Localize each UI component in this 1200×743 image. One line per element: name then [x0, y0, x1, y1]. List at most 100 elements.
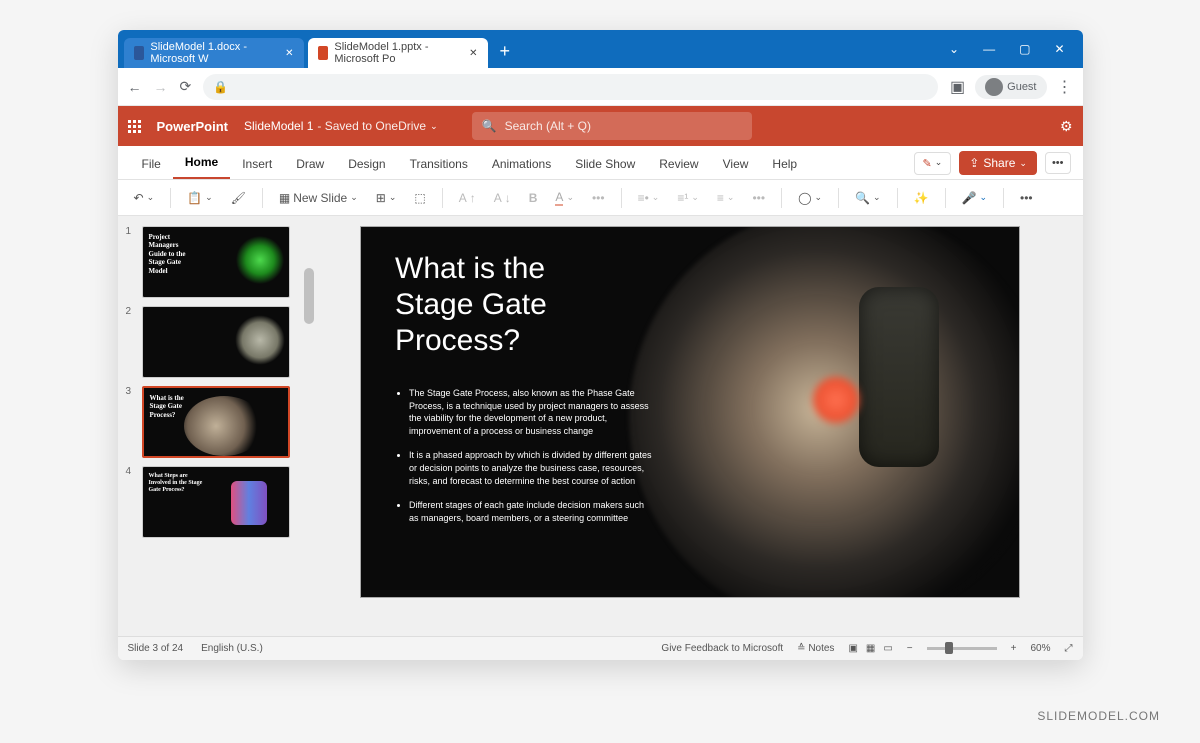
thumb-visual [184, 396, 264, 456]
zoom-out-button[interactable]: − [907, 643, 913, 654]
para-more-button[interactable]: ••• [748, 189, 769, 207]
editing-mode-button[interactable]: ✎⌄ [914, 152, 952, 175]
close-icon[interactable]: ✕ [285, 48, 293, 59]
extension-icon[interactable]: ▣ [950, 77, 965, 97]
close-icon[interactable]: ✕ [469, 48, 477, 59]
bullet-item: The Stage Gate Process, also known as th… [409, 387, 655, 437]
url-input[interactable]: 🔒 [203, 74, 938, 100]
font-grow-button[interactable]: A↑ [455, 189, 480, 207]
feedback-link[interactable]: Give Feedback to Microsoft [661, 643, 783, 654]
browser-tab-word[interactable]: SlideModel 1.docx - Microsoft W ✕ [124, 38, 304, 68]
zoom-slider[interactable] [927, 647, 997, 650]
ribbon-more-button[interactable]: ••• [1016, 189, 1037, 207]
slide-thumbnail-3[interactable]: What is the Stage Gate Process? [142, 386, 290, 458]
bullet-item: Different stages of each gate include de… [409, 499, 655, 524]
notes-toggle[interactable]: ≙ Notes [797, 643, 834, 654]
chevron-down-icon[interactable]: ⌄ [949, 42, 959, 56]
designer-button[interactable]: ✨ [910, 189, 933, 207]
slide-editor: What is theStage GateProcess? The Stage … [298, 216, 1083, 636]
forward-icon[interactable]: → [154, 79, 168, 95]
word-icon [134, 46, 145, 60]
font-color-button[interactable]: A ⌄ [551, 188, 578, 208]
bullets-button[interactable]: ≡• ⌄ [634, 189, 664, 207]
numbering-button[interactable]: ≡¹ ⌄ [673, 189, 703, 207]
browser-tab-powerpoint[interactable]: SlideModel 1.pptx - Microsoft Po ✕ [308, 38, 488, 68]
bullet-item: It is a phased approach by which is divi… [409, 449, 655, 487]
close-window-icon[interactable]: ✕ [1054, 42, 1064, 56]
new-slide-button[interactable]: ▦ New Slide ⌄ [275, 189, 362, 207]
align-button[interactable]: ≡ ⌄ [713, 189, 739, 207]
paste-button[interactable]: 📋 ⌄ [183, 189, 217, 207]
status-bar: Slide 3 of 24 English (U.S.) Give Feedba… [118, 636, 1083, 660]
language-indicator[interactable]: English (U.S.) [201, 643, 263, 654]
slide-thumbnail-2[interactable] [142, 306, 290, 378]
fit-to-window-icon[interactable]: ⤢ [1065, 643, 1073, 654]
normal-view-icon[interactable]: ▣ [848, 643, 857, 654]
avatar-icon [985, 78, 1003, 96]
reload-icon[interactable]: ⟳ [180, 78, 192, 95]
tab-label: SlideModel 1.pptx - Microsoft Po [334, 41, 457, 65]
tab-design[interactable]: Design [336, 149, 397, 179]
tab-insert[interactable]: Insert [230, 149, 284, 179]
dictate-button[interactable]: 🎤 ⌄ [958, 189, 992, 207]
tab-help[interactable]: Help [760, 149, 809, 179]
find-button[interactable]: 🔍 ⌄ [851, 189, 885, 207]
current-slide[interactable]: What is theStage GateProcess? The Stage … [360, 226, 1020, 598]
tab-animations[interactable]: Animations [480, 149, 563, 179]
document-title[interactable]: SlideModel 1 - Saved to OneDrive ⌄ [244, 119, 438, 133]
tab-home[interactable]: Home [173, 147, 230, 179]
app-launcher-icon[interactable] [128, 120, 141, 133]
tab-draw[interactable]: Draw [284, 149, 336, 179]
search-input[interactable]: 🔍 Search (Alt + Q) [472, 112, 752, 140]
maximize-icon[interactable]: ▢ [1019, 42, 1030, 56]
guest-label: Guest [1007, 81, 1036, 93]
tab-file[interactable]: File [130, 149, 173, 179]
tab-slideshow[interactable]: Slide Show [563, 149, 647, 179]
app-header: PowerPoint SlideModel 1 - Saved to OneDr… [118, 106, 1083, 146]
slideshow-view-icon[interactable]: ▭ [883, 643, 892, 654]
hide-slide-button[interactable]: ⬚ [410, 189, 429, 207]
slide-thumbnail-1[interactable]: Project Managers Guide to the Stage Gate… [142, 226, 290, 298]
chevron-down-icon: ⌄ [430, 121, 438, 132]
tab-view[interactable]: View [711, 149, 761, 179]
tab-review[interactable]: Review [647, 149, 710, 179]
browser-window: SlideModel 1.docx - Microsoft W ✕ SlideM… [118, 30, 1083, 660]
tab-transitions[interactable]: Transitions [398, 149, 480, 179]
thumb-visual [235, 315, 285, 365]
titlebar: SlideModel 1.docx - Microsoft W ✕ SlideM… [118, 30, 1083, 68]
addr-right: ▣ Guest ⋮ [950, 75, 1072, 99]
font-shrink-button[interactable]: A↓ [490, 189, 515, 207]
shapes-button[interactable]: ◯ ⌄ [794, 189, 826, 207]
thumb-visual [231, 481, 267, 525]
back-icon[interactable]: ← [128, 79, 142, 95]
guest-profile[interactable]: Guest [975, 75, 1046, 99]
more-button[interactable]: ••• [1045, 152, 1071, 174]
zoom-in-button[interactable]: + [1011, 643, 1017, 654]
layout-button[interactable]: ⊞ ⌄ [372, 189, 401, 207]
bold-button[interactable]: B [525, 189, 542, 207]
slide-graphic-light [813, 377, 859, 423]
ribbon-toolbar: ↶ ⌄ 📋 ⌄ 🖌 ▦ New Slide ⌄ ⊞ ⌄ ⬚ A↑ A↓ B A … [118, 180, 1083, 216]
pen-icon: ✎ [923, 157, 932, 170]
slide-graphic-window [859, 287, 939, 467]
window-controls: ⌄ — ▢ ✕ [949, 42, 1076, 56]
gear-icon[interactable]: ⚙ [1060, 118, 1073, 135]
zoom-level[interactable]: 60% [1030, 643, 1050, 654]
thumb-row: 1 Project Managers Guide to the Stage Ga… [120, 222, 296, 302]
font-more-button[interactable]: ••• [588, 189, 609, 207]
slide-counter[interactable]: Slide 3 of 24 [128, 643, 184, 654]
format-painter-button[interactable]: 🖌 [227, 189, 250, 207]
slide-thumbnail-4[interactable]: What Steps are Involved in the Stage Gat… [142, 466, 290, 538]
lock-icon: 🔒 [213, 80, 228, 94]
minimize-icon[interactable]: — [983, 42, 995, 56]
new-tab-button[interactable]: + [500, 41, 511, 62]
slide-thumbnails: 1 Project Managers Guide to the Stage Ga… [118, 216, 298, 636]
ribbon-tabs: File Home Insert Draw Design Transitions… [118, 146, 1083, 180]
undo-button[interactable]: ↶ ⌄ [130, 189, 159, 207]
slide-bullets[interactable]: The Stage Gate Process, also known as th… [395, 387, 655, 536]
sorter-view-icon[interactable]: ▦ [866, 643, 875, 654]
slide-title[interactable]: What is theStage GateProcess? [395, 251, 547, 359]
menu-icon[interactable]: ⋮ [1057, 77, 1073, 97]
share-button[interactable]: ⇪Share⌄ [959, 151, 1037, 175]
zoom-slider-thumb[interactable] [945, 642, 953, 654]
